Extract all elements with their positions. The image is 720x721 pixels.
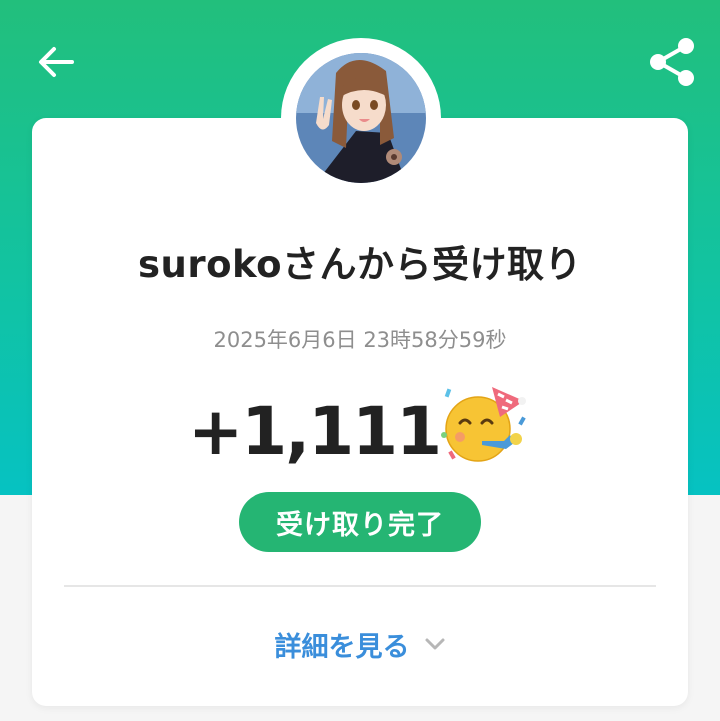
avatar-frame [281, 38, 441, 198]
status-badge: 受け取り完了 [239, 492, 481, 552]
share-button[interactable] [640, 30, 704, 94]
details-button[interactable]: 詳細を見る [270, 622, 450, 666]
receipt-title: surokoさんから受け取り [137, 243, 583, 286]
amount-row: +1,111 [0, 387, 720, 472]
party-face-emoji [441, 387, 527, 462]
receipt-timestamp: 2025年6月6日 23時58分59秒 [213, 328, 507, 352]
divider [64, 585, 656, 587]
share-icon [650, 38, 694, 86]
received-amount: +1,111 [187, 393, 442, 470]
back-button[interactable] [30, 38, 82, 86]
avatar[interactable] [296, 53, 426, 183]
chevron-down-icon [425, 638, 444, 650]
details-label: 詳細を見る [274, 631, 410, 663]
arrow-left-icon [39, 47, 74, 77]
